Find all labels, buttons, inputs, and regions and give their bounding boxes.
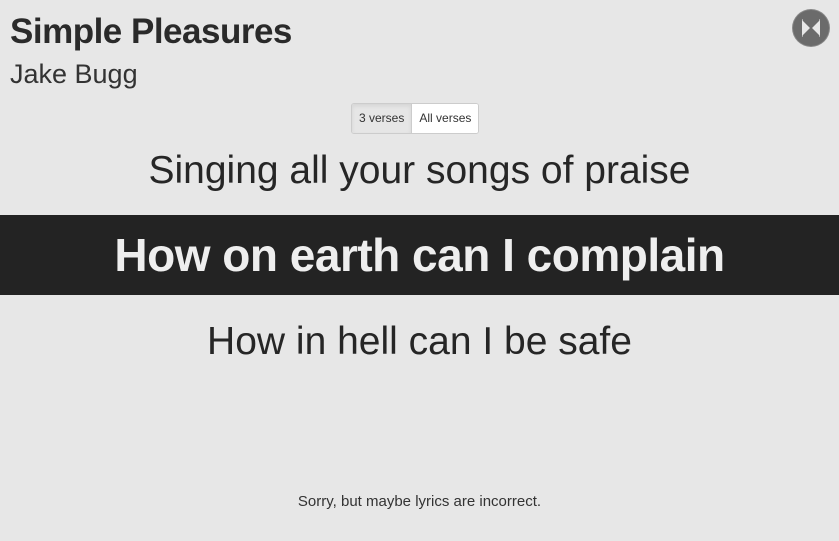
close-button[interactable] bbox=[793, 10, 829, 46]
verse-count-toggle: 3 verses All verses bbox=[351, 103, 480, 134]
lyric-current-line: How on earth can I complain bbox=[114, 229, 725, 281]
lyric-next-line: How in hell can I be safe bbox=[207, 320, 632, 363]
lyric-previous-line: Singing all your songs of praise bbox=[148, 149, 691, 192]
all-verses-option[interactable]: All verses bbox=[412, 104, 479, 133]
song-title: Simple Pleasures bbox=[10, 12, 292, 51]
artist-name: Jake Bugg bbox=[10, 59, 138, 89]
three-verses-option[interactable]: 3 verses bbox=[352, 104, 413, 133]
close-icon bbox=[802, 19, 820, 37]
lyrics-disclaimer: Sorry, but maybe lyrics are incorrect. bbox=[297, 493, 542, 510]
